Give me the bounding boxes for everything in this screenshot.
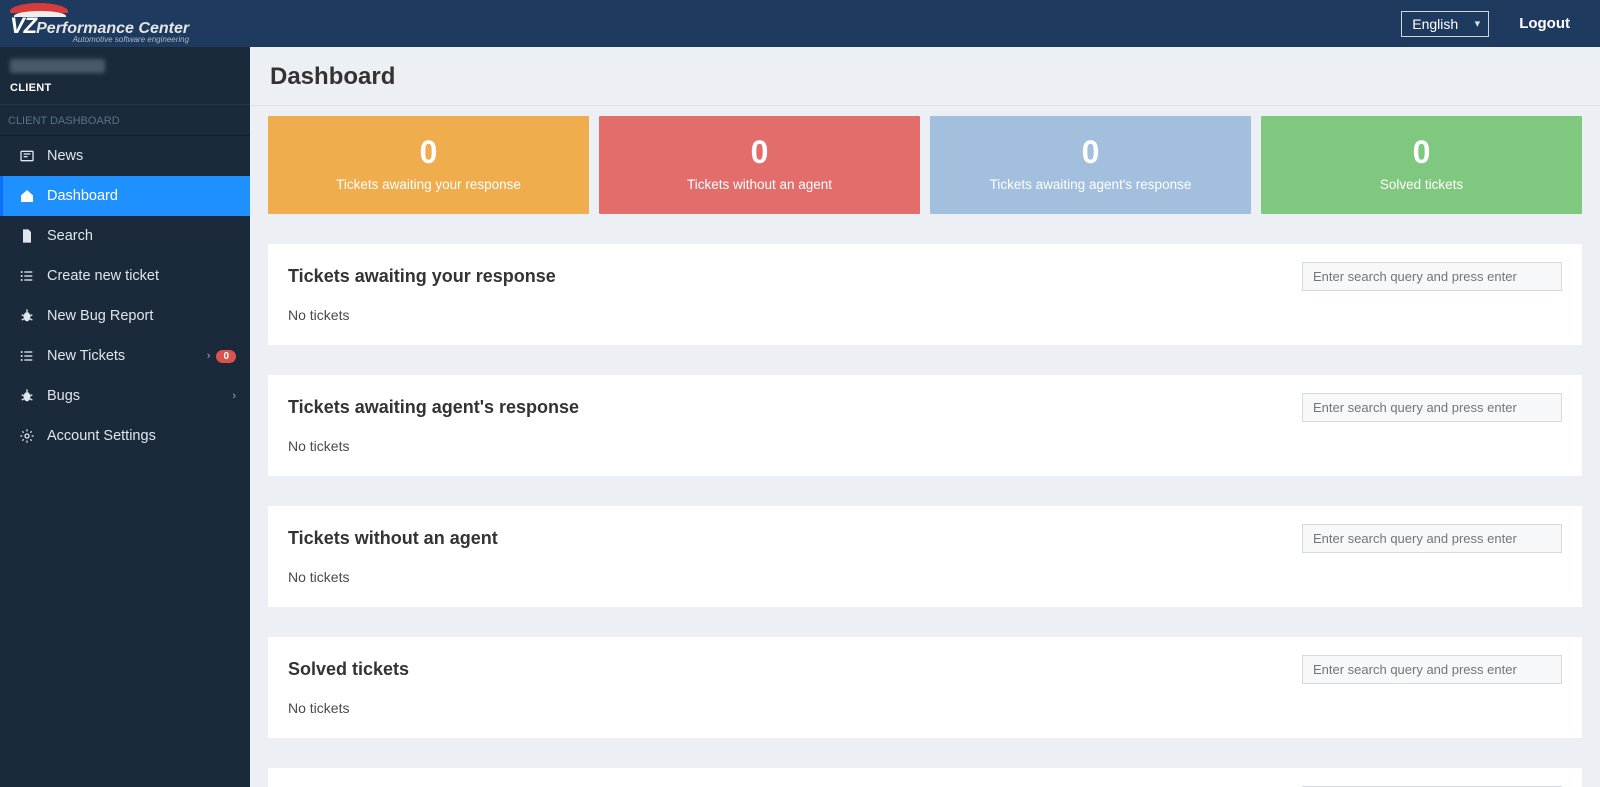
stat-value: 0 bbox=[609, 134, 910, 171]
logout-link[interactable]: Logout bbox=[1519, 15, 1570, 32]
panel-empty-text: No tickets bbox=[288, 569, 1562, 585]
brand-main: VZ bbox=[10, 13, 36, 38]
file-icon bbox=[17, 228, 37, 244]
panel-empty-text: No tickets bbox=[288, 307, 1562, 323]
sidebar-item-account-settings[interactable]: Account Settings bbox=[0, 416, 250, 456]
stat-label: Tickets awaiting your response bbox=[278, 177, 579, 192]
panel-head: Solved tickets bbox=[288, 655, 1562, 684]
user-block: CLIENT bbox=[0, 47, 250, 104]
bug-icon bbox=[17, 388, 37, 404]
sidebar-item-label: New Tickets bbox=[47, 348, 201, 364]
panel: Bugs pending to be attendedNo bug report… bbox=[268, 768, 1582, 787]
panel-head: Tickets awaiting agent's response bbox=[288, 393, 1562, 422]
panel: Tickets without an agent No tickets bbox=[268, 506, 1582, 607]
gear-icon bbox=[17, 428, 37, 444]
chevron-right-icon: › bbox=[232, 390, 236, 402]
user-role: CLIENT bbox=[10, 82, 240, 94]
stat-value: 0 bbox=[278, 134, 579, 171]
stat-row: 0 Tickets awaiting your response 0 Tickets … bbox=[250, 106, 1600, 214]
sidebar-item-new-bug-report[interactable]: New Bug Report bbox=[0, 296, 250, 336]
panel-empty-text: No tickets bbox=[288, 700, 1562, 716]
sidebar-item-dashboard[interactable]: Dashboard bbox=[0, 176, 250, 216]
sidebar-item-bugs[interactable]: Bugs › bbox=[0, 376, 250, 416]
sidebar-item-label: Search bbox=[47, 228, 236, 244]
sidebar-item-create-new-ticket[interactable]: Create new ticket bbox=[0, 256, 250, 296]
language-value: English bbox=[1412, 16, 1458, 32]
panel: Solved tickets No tickets bbox=[268, 637, 1582, 738]
stat-value: 0 bbox=[1271, 134, 1572, 171]
count-badge: 0 bbox=[216, 350, 236, 363]
sidebar-item-news[interactable]: News bbox=[0, 136, 250, 176]
stat-card[interactable]: 0 Solved tickets bbox=[1261, 116, 1582, 214]
chevron-right-icon: › bbox=[207, 350, 211, 362]
sidebar-item-label: New Bug Report bbox=[47, 308, 236, 324]
list-icon bbox=[17, 268, 37, 284]
stat-card[interactable]: 0 Tickets awaiting your response bbox=[268, 116, 589, 214]
panel-search-input[interactable] bbox=[1302, 262, 1562, 291]
panels-container: Tickets awaiting your response No tickets… bbox=[250, 214, 1600, 787]
sidebar-item-label: News bbox=[47, 148, 236, 164]
panel: Tickets awaiting your response No tickets bbox=[268, 244, 1582, 345]
brand-logo[interactable]: VZPerformance Center Automotive software… bbox=[10, 4, 189, 44]
panel-head: Tickets without an agent bbox=[288, 524, 1562, 553]
panel: Tickets awaiting agent's response No tick… bbox=[268, 375, 1582, 476]
panel-search-input[interactable] bbox=[1302, 524, 1562, 553]
panel-title: Tickets awaiting agent's response bbox=[288, 397, 579, 418]
sidebar: CLIENT CLIENT DASHBOARD News Dashboard Sea… bbox=[0, 47, 250, 787]
page-title: Dashboard bbox=[250, 47, 1600, 106]
main-content: Dashboard 0 Tickets awaiting your respons… bbox=[250, 47, 1600, 787]
stat-label: Solved tickets bbox=[1271, 177, 1572, 192]
panel-search-input[interactable] bbox=[1302, 393, 1562, 422]
top-header: VZPerformance Center Automotive software… bbox=[0, 0, 1600, 47]
sidebar-item-label: Dashboard bbox=[47, 188, 236, 204]
panel-empty-text: No tickets bbox=[288, 438, 1562, 454]
language-select[interactable]: English bbox=[1401, 11, 1489, 37]
sidebar-item-new-tickets[interactable]: New Tickets › 0 bbox=[0, 336, 250, 376]
panel-search-input[interactable] bbox=[1302, 655, 1562, 684]
panel-title: Solved tickets bbox=[288, 659, 409, 680]
stat-value: 0 bbox=[940, 134, 1241, 171]
user-name-blurred bbox=[10, 59, 105, 73]
sidebar-item-search[interactable]: Search bbox=[0, 216, 250, 256]
bug-icon bbox=[17, 308, 37, 324]
brand-sub: Performance Center bbox=[36, 20, 189, 37]
sidebar-item-label: Bugs bbox=[47, 388, 226, 404]
news-icon bbox=[17, 148, 37, 164]
sidebar-nav: News Dashboard Search Create new ticket New … bbox=[0, 136, 250, 456]
stat-label: Tickets awaiting agent's response bbox=[940, 177, 1241, 192]
panel-title: Tickets awaiting your response bbox=[288, 266, 556, 287]
stat-card[interactable]: 0 Tickets without an agent bbox=[599, 116, 920, 214]
stat-card[interactable]: 0 Tickets awaiting agent's response bbox=[930, 116, 1251, 214]
sidebar-item-label: Create new ticket bbox=[47, 268, 236, 284]
home-icon bbox=[17, 188, 37, 204]
sidebar-item-label: Account Settings bbox=[47, 428, 236, 444]
panel-head: Tickets awaiting your response bbox=[288, 262, 1562, 291]
panel-title: Tickets without an agent bbox=[288, 528, 498, 549]
stat-label: Tickets without an agent bbox=[609, 177, 910, 192]
list-icon bbox=[17, 348, 37, 364]
sidebar-section-header: CLIENT DASHBOARD bbox=[0, 104, 250, 136]
